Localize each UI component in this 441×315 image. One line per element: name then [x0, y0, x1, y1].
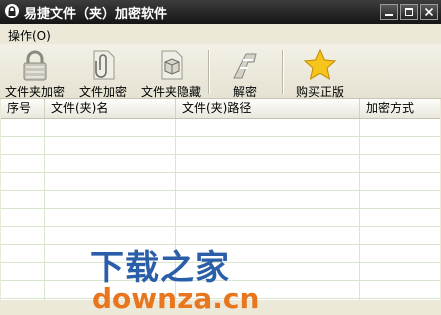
folder-hide-button[interactable]: 文件夹隐藏 [138, 48, 204, 99]
file-encrypt-button[interactable]: 文件加密 [74, 48, 132, 99]
maximize-icon [405, 8, 413, 16]
column-header-method[interactable]: 加密方式 [360, 99, 440, 118]
padlock-icon [23, 50, 47, 81]
decrypt-button[interactable]: 解密 [222, 48, 268, 99]
minimize-icon [385, 14, 393, 16]
folder-hide-label: 文件夹隐藏 [140, 85, 201, 99]
maximize-button[interactable] [400, 4, 418, 20]
toolbar-separator [282, 50, 284, 94]
paperclip-icon [93, 50, 115, 80]
star-icon [303, 48, 337, 81]
toolbar-separator [208, 50, 210, 94]
title-bar[interactable]: 易捷文件（夹）加密软件 [0, 0, 441, 24]
folder-encrypt-button[interactable]: 文件夹加密 [2, 48, 68, 99]
folder-encrypt-label: 文件夹加密 [4, 85, 65, 99]
column-header-path[interactable]: 文件(夹)路径 [176, 99, 360, 118]
buy-license-button[interactable]: 购买正版 [292, 48, 348, 99]
buy-license-label: 购买正版 [295, 85, 344, 99]
watermark-url: downza.cn [92, 282, 260, 315]
column-header-index[interactable]: 序号 [1, 99, 45, 118]
menu-bar: 操作(O) [0, 24, 441, 44]
toolbar: 文件夹加密 文件加密 文件夹隐藏 解密 购买正版 [0, 44, 441, 99]
menu-operation[interactable]: 操作(O) [8, 27, 51, 44]
key-icon [233, 53, 257, 79]
close-icon [425, 8, 433, 16]
column-header-name[interactable]: 文件(夹)名 [45, 99, 176, 118]
table-header: 序号 文件(夹)名 文件(夹)路径 加密方式 [1, 99, 440, 119]
close-button[interactable] [420, 4, 438, 20]
minimize-button[interactable] [380, 4, 398, 20]
column-divider [44, 119, 45, 300]
app-lock-icon [5, 4, 19, 18]
decrypt-label: 解密 [232, 85, 257, 99]
box-icon [161, 50, 183, 80]
file-encrypt-label: 文件加密 [78, 85, 127, 99]
window-title: 易捷文件（夹）加密软件 [24, 7, 168, 22]
column-divider [359, 119, 360, 300]
